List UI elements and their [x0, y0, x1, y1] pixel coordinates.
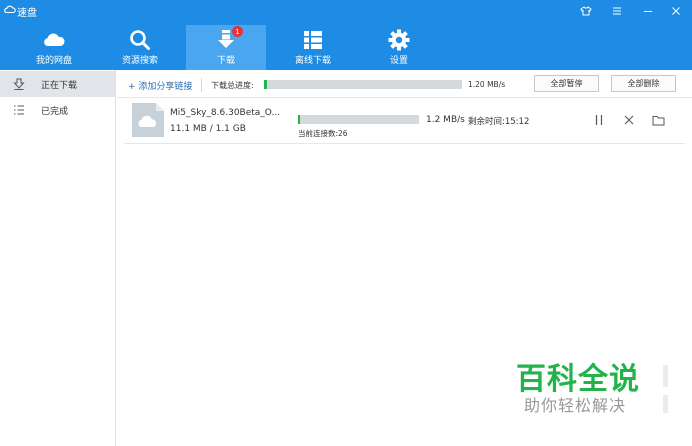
- download-count-badge: 1: [232, 26, 243, 37]
- total-speed: 1.20 MB/s: [468, 80, 506, 89]
- sidebar-item-downloading[interactable]: 正在下载: [0, 71, 115, 97]
- sidebar-item-label: 正在下载: [41, 80, 78, 91]
- download-toolbar: + 添加分享链接 下载总进度: 1.20 MB/s 全部暂停 全部删除: [117, 70, 692, 98]
- total-progress-fill: [264, 80, 267, 89]
- file-icon: [132, 103, 164, 137]
- nav-label: 我的网盘: [35, 56, 72, 66]
- open-folder-button[interactable]: [651, 113, 665, 127]
- pause-all-button[interactable]: 全部暂停: [534, 75, 599, 92]
- close-icon: [624, 115, 634, 125]
- delete-all-button[interactable]: 全部删除: [611, 75, 676, 92]
- watermark-decoration: [663, 365, 668, 387]
- nav-offline-download[interactable]: 离线下载: [273, 25, 353, 70]
- nav-label: 下载: [216, 56, 235, 66]
- nav-download[interactable]: 下载 1: [186, 25, 266, 70]
- watermark-subtitle: 助你轻松解决: [524, 396, 627, 415]
- download-outline-icon: [13, 78, 25, 90]
- gear-icon: [388, 29, 410, 51]
- skin-button[interactable]: [578, 3, 594, 19]
- file-speed: 1.2 MB/s: [426, 115, 465, 125]
- sidebar-item-label: 已完成: [41, 106, 69, 117]
- nav-resource-search[interactable]: 资源搜索: [100, 25, 180, 70]
- watermark-decoration: [663, 395, 668, 413]
- title-bar: 速盘: [0, 0, 692, 22]
- total-progress-bar: [264, 80, 462, 89]
- list-check-icon: [14, 105, 24, 115]
- folder-icon: [652, 115, 664, 125]
- search-icon: [130, 30, 150, 50]
- nav-label: 设置: [389, 56, 408, 66]
- minimize-icon: [644, 11, 652, 12]
- app-window: 速盘 我的网盘 资源搜索 下载 1 离线下载 设置 正在下载 已完成 + 添加分…: [0, 0, 692, 446]
- app-logo-icon: [4, 5, 16, 14]
- cloud-icon: [44, 33, 65, 46]
- connection-count: 当前连接数:26: [298, 129, 348, 138]
- close-button[interactable]: [668, 3, 684, 19]
- file-size: 11.1 MB / 1.1 GB: [170, 124, 246, 134]
- file-progress-fill: [298, 115, 300, 124]
- menu-icon: [613, 7, 621, 15]
- remaining-time: 剩余时间:15:12: [468, 117, 530, 127]
- divider: [201, 78, 202, 92]
- add-share-link-button[interactable]: + 添加分享链接: [128, 79, 192, 92]
- sidebar-item-completed[interactable]: 已完成: [0, 97, 115, 123]
- nav-label: 离线下载: [294, 56, 331, 66]
- file-name: Mi5_Sky_8.6.30Beta_O...: [170, 108, 281, 118]
- download-row[interactable]: Mi5_Sky_8.6.30Beta_O... 11.1 MB / 1.1 GB…: [124, 98, 685, 144]
- shirt-icon: [580, 6, 592, 16]
- cancel-button[interactable]: [622, 113, 636, 127]
- pause-icon: [595, 115, 603, 125]
- pause-button[interactable]: [592, 113, 606, 127]
- menu-button[interactable]: [609, 3, 625, 19]
- nav-my-netdisk[interactable]: 我的网盘: [14, 25, 94, 70]
- minimize-button[interactable]: [640, 3, 656, 19]
- top-bar: 速盘 我的网盘 资源搜索 下载 1 离线下载 设置: [0, 0, 692, 70]
- file-progress-bar: [298, 115, 419, 124]
- nav-settings[interactable]: 设置: [359, 25, 439, 70]
- list-icon: [304, 31, 322, 49]
- total-progress-label: 下载总进度:: [211, 81, 254, 90]
- sidebar: 正在下载 已完成: [0, 70, 116, 446]
- close-icon: [672, 7, 680, 15]
- app-title: 速盘: [17, 8, 37, 19]
- main-nav: 我的网盘 资源搜索 下载 1 离线下载 设置: [0, 22, 692, 70]
- nav-label: 资源搜索: [121, 56, 158, 66]
